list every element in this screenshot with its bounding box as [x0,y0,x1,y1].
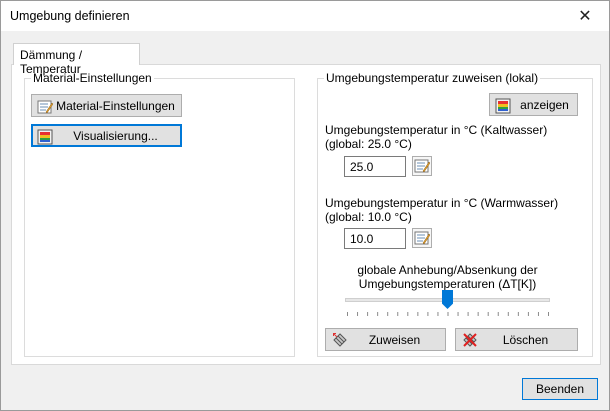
close-icon[interactable]: ✕ [565,3,605,29]
edit-list-icon [414,231,430,245]
slider-label-line2: Umgebungstemperaturen (ΔT[K]) [358,277,537,291]
title-bar: Umgebung definieren ✕ [1,1,609,31]
warm-water-temperature-input[interactable]: 10.0 [344,228,406,249]
cold-water-label: Umgebungstemperatur in °C (Kaltwasser) [325,123,548,137]
warm-water-picker-button[interactable] [412,228,432,248]
anzeigen-button-label: anzeigen [520,97,569,112]
warm-water-label: Umgebungstemperatur in °C (Warmwasser) [325,196,559,210]
slider-ticks [347,312,549,316]
material-settings-button[interactable]: Material-Einstellungen [31,94,182,117]
window-title: Umgebung definieren [10,9,130,23]
ambient-temperature-group-label: Umgebungstemperatur zuweisen (lokal) [324,71,541,85]
slider-label-line1: globale Anhebung/Absenkung der [357,263,538,277]
cold-water-temperature-input[interactable]: 25.0 [344,156,406,177]
material-settings-group: Material-Einstellungen [24,71,295,357]
anzeigen-button[interactable]: anzeigen [489,93,578,116]
beenden-button[interactable]: Beenden [522,378,598,400]
edit-list-icon [414,159,430,173]
visualisierung-button[interactable]: Visualisierung... [31,124,182,147]
dialog-window: Umgebung definieren ✕ Dämmung / Temperat… [0,0,610,411]
cold-water-picker-button[interactable] [412,156,432,176]
cold-water-global-label: (global: 25.0 °C) [325,137,412,151]
tab-label: Dämmung / Temperatur [20,48,83,76]
visualisierung-button-label: Visualisierung... [73,128,158,143]
zuweisen-button[interactable]: Zuweisen [325,328,446,351]
loeschen-button-label: Löschen [502,332,549,347]
material-settings-button-label: Material-Einstellungen [56,98,175,113]
tab-daemmung-temperatur[interactable]: Dämmung / Temperatur [13,43,140,76]
loeschen-button[interactable]: Löschen [455,328,578,351]
zuweisen-button-label: Zuweisen [368,332,421,347]
warm-water-global-label: (global: 10.0 °C) [325,210,412,224]
